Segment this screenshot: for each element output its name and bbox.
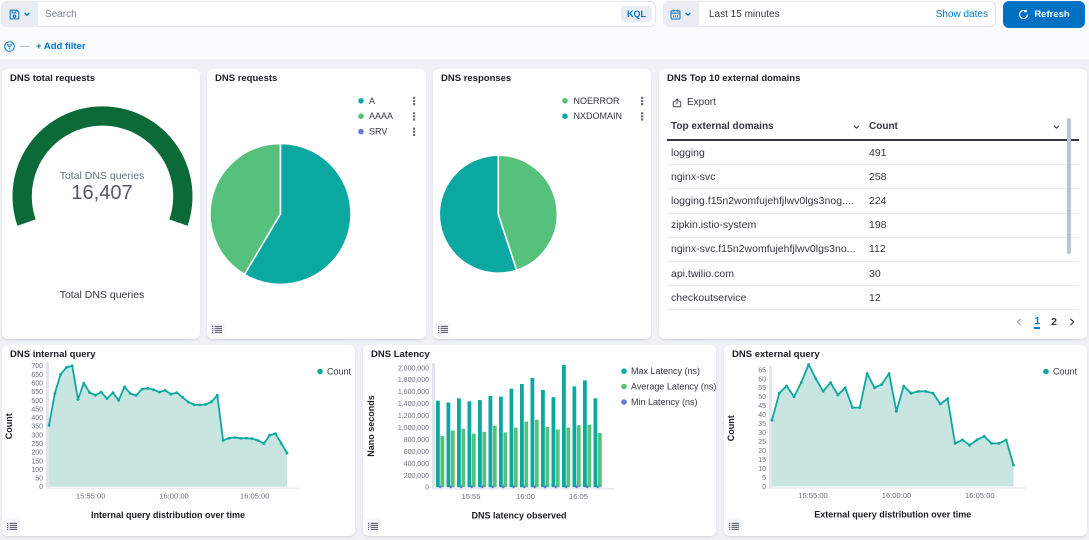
svg-text:Count: Count <box>4 413 14 439</box>
svg-text:NOERROR: NOERROR <box>574 96 621 106</box>
svg-text:16:05:00: 16:05:00 <box>240 491 270 500</box>
svg-text:DNS latency observed: DNS latency observed <box>471 510 566 520</box>
svg-text:16:05: 16:05 <box>569 492 588 501</box>
svg-text:2,000,000: 2,000,000 <box>398 365 429 372</box>
svg-text:15:55:00: 15:55:00 <box>798 491 828 500</box>
svg-text:16:00: 16:00 <box>516 492 535 501</box>
svg-text:450: 450 <box>31 406 43 413</box>
svg-text:Average Latency (ns): Average Latency (ns) <box>631 382 716 392</box>
svg-text:10: 10 <box>758 466 766 473</box>
svg-text:50: 50 <box>35 476 43 483</box>
svg-text:Total DNS queries: Total DNS queries <box>60 289 145 301</box>
svg-text:Count: Count <box>726 415 736 441</box>
svg-text:0: 0 <box>762 484 766 491</box>
svg-text:650: 650 <box>31 372 43 379</box>
svg-text:100: 100 <box>31 467 43 474</box>
svg-text:40: 40 <box>758 412 766 419</box>
svg-text:300: 300 <box>31 432 43 439</box>
svg-text:16,407: 16,407 <box>71 182 132 204</box>
svg-text:Count: Count <box>1053 367 1078 377</box>
svg-text:Nano seconds: Nano seconds <box>366 395 376 457</box>
svg-text:250: 250 <box>31 441 43 448</box>
svg-text:SRV: SRV <box>369 127 387 137</box>
svg-text:800,000: 800,000 <box>404 437 429 444</box>
svg-text:0: 0 <box>39 484 43 491</box>
svg-text:AAAA: AAAA <box>369 111 393 121</box>
svg-text:30: 30 <box>758 430 766 437</box>
svg-text:20: 20 <box>758 448 766 455</box>
svg-text:NXDOMAIN: NXDOMAIN <box>574 111 623 121</box>
svg-text:600,000: 600,000 <box>404 449 429 456</box>
svg-text:400: 400 <box>31 415 43 422</box>
svg-text:350: 350 <box>31 424 43 431</box>
svg-text:15:55:00: 15:55:00 <box>76 491 106 500</box>
svg-text:Count: Count <box>327 367 352 377</box>
svg-text:1,800,000: 1,800,000 <box>398 377 429 384</box>
svg-text:Min Latency (ns): Min Latency (ns) <box>631 397 698 407</box>
svg-text:Max Latency (ns): Max Latency (ns) <box>631 366 700 376</box>
svg-text:200,000: 200,000 <box>404 473 429 480</box>
svg-text:Total DNS queries: Total DNS queries <box>60 170 145 182</box>
svg-text:1,200,000: 1,200,000 <box>398 413 429 420</box>
svg-text:0: 0 <box>425 485 429 492</box>
svg-text:700: 700 <box>31 363 43 370</box>
svg-text:5: 5 <box>762 475 766 482</box>
svg-text:45: 45 <box>758 403 766 410</box>
svg-text:1,600,000: 1,600,000 <box>398 389 429 396</box>
svg-text:65: 65 <box>758 367 766 374</box>
svg-text:15:55: 15:55 <box>461 492 480 501</box>
svg-text:35: 35 <box>758 421 766 428</box>
svg-text:200: 200 <box>31 450 43 457</box>
svg-text:1,000,000: 1,000,000 <box>398 425 429 432</box>
svg-text:15: 15 <box>758 457 766 464</box>
svg-text:16:00:00: 16:00:00 <box>882 491 912 500</box>
svg-text:25: 25 <box>758 439 766 446</box>
svg-text:400,000: 400,000 <box>404 461 429 468</box>
svg-text:Internal query distribution ov: Internal query distribution over time <box>91 510 245 520</box>
svg-text:55: 55 <box>758 385 766 392</box>
svg-text:16:05:00: 16:05:00 <box>965 491 995 500</box>
svg-text:500: 500 <box>31 398 43 405</box>
svg-text:A: A <box>369 96 375 106</box>
svg-text:600: 600 <box>31 381 43 388</box>
svg-text:50: 50 <box>758 394 766 401</box>
svg-text:External query distribution ov: External query distribution over time <box>814 510 971 520</box>
svg-text:150: 150 <box>31 458 43 465</box>
svg-text:1,400,000: 1,400,000 <box>398 401 429 408</box>
svg-text:16:00:00: 16:00:00 <box>159 491 189 500</box>
svg-text:60: 60 <box>758 376 766 383</box>
svg-text:550: 550 <box>31 389 43 396</box>
